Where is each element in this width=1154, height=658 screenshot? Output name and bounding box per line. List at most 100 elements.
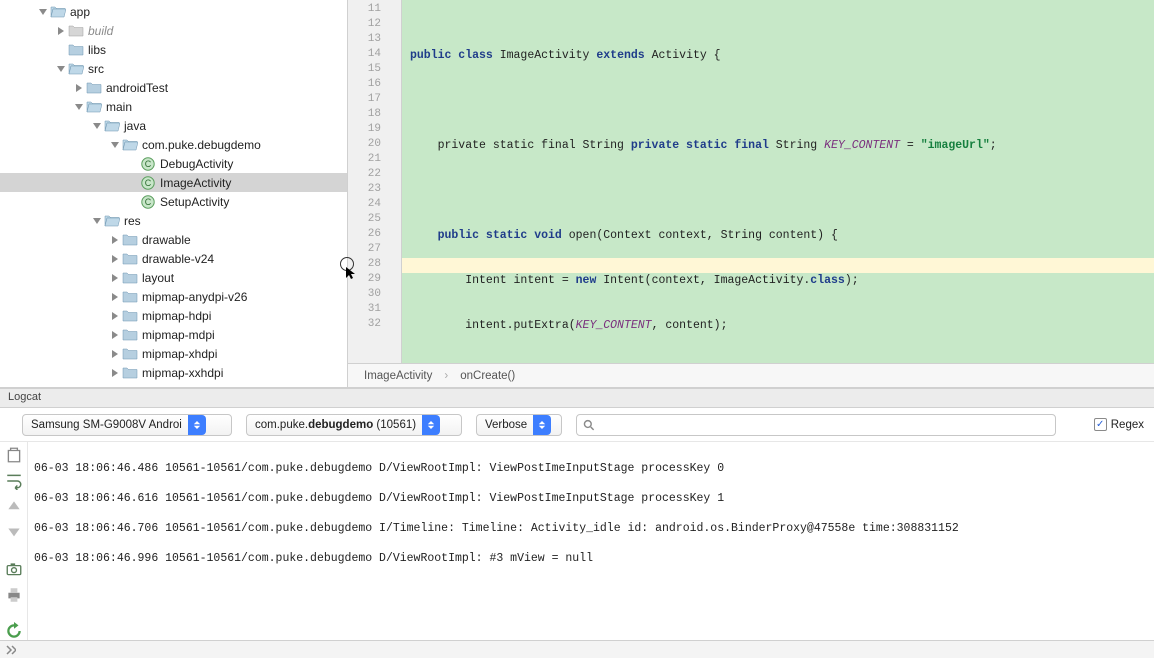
line-number: 14 [348, 48, 401, 63]
tree-node-mipmap-xxhdpi[interactable]: mipmap-xxhdpi [0, 363, 347, 382]
tree-node-res[interactable]: res [0, 211, 347, 230]
log-level-selector[interactable]: Verbose [476, 414, 562, 436]
log-line: 06-03 18:06:46.706 10561-10561/com.puke.… [34, 521, 1148, 536]
tree-node-src[interactable]: src [0, 59, 347, 78]
line-number: 23 [348, 183, 401, 198]
tree-node-mipmap-hdpi[interactable]: mipmap-hdpi [0, 306, 347, 325]
log-search-field[interactable] [599, 419, 1049, 431]
tree-label: build [88, 24, 113, 38]
chevron-right-icon[interactable] [108, 331, 122, 339]
trash-icon[interactable] [5, 446, 23, 464]
tree-node-mipmap-anydpi[interactable]: mipmap-anydpi-v26 [0, 287, 347, 306]
screenshot-icon[interactable] [5, 560, 23, 578]
folder-icon [122, 346, 138, 362]
tree-node-debugactivity[interactable]: DebugActivity [0, 154, 347, 173]
tree-node-drawable[interactable]: drawable [0, 230, 347, 249]
logcat-tab[interactable]: Logcat [0, 388, 1154, 408]
tree-label: libs [88, 43, 106, 57]
tree-label: mipmap-anydpi-v26 [142, 290, 247, 304]
line-number: 29 [348, 273, 401, 288]
breadcrumb-item[interactable]: onCreate() [460, 370, 515, 382]
chevron-down-icon[interactable] [54, 65, 68, 73]
tree-node-mipmap-mdpi[interactable]: mipmap-mdpi [0, 325, 347, 344]
logcat-output[interactable]: 06-03 18:06:46.486 10561-10561/com.puke.… [28, 442, 1154, 640]
dropdown-icon[interactable] [533, 415, 551, 435]
tree-node-main[interactable]: main [0, 97, 347, 116]
chevron-right-icon[interactable] [108, 293, 122, 301]
regex-checkbox[interactable]: ✓ Regex [1094, 418, 1144, 431]
log-search-input[interactable] [576, 414, 1056, 436]
class-icon [140, 175, 156, 191]
tree-node-package[interactable]: com.puke.debugdemo [0, 135, 347, 154]
code-text[interactable]: public class ImageActivity extends Activ… [402, 0, 1154, 363]
tree-node-imageactivity[interactable]: ImageActivity [0, 173, 347, 192]
line-number: 22 [348, 168, 401, 183]
chevron-right-icon[interactable] [108, 312, 122, 320]
tree-node-mipmap-xhdpi[interactable]: mipmap-xhdpi [0, 344, 347, 363]
print-icon[interactable] [5, 586, 23, 604]
folder-open-icon [50, 4, 66, 20]
chevron-down-icon[interactable] [36, 8, 50, 16]
chevron-down-icon[interactable] [72, 103, 86, 111]
logcat-side-toolbar [0, 442, 28, 640]
chevron-right-icon[interactable] [54, 27, 68, 35]
line-number: 20 [348, 138, 401, 153]
line-number: 25 [348, 213, 401, 228]
chevron-right-icon[interactable] [108, 274, 122, 282]
chevron-down-icon[interactable] [90, 122, 104, 130]
restart-icon[interactable] [5, 622, 23, 640]
tree-node-layout[interactable]: layout [0, 268, 347, 287]
gutter[interactable]: 11 12 13 14 15 16 17 18 19 20 21 22 23 2… [348, 0, 402, 363]
chevron-right-icon[interactable] [72, 84, 86, 92]
tree-node-drawable-v24[interactable]: drawable-v24 [0, 249, 347, 268]
chevron-right-icon[interactable] [108, 236, 122, 244]
folder-open-icon [86, 99, 102, 115]
tree-label: SetupActivity [160, 195, 229, 209]
log-line: 06-03 18:06:46.616 10561-10561/com.puke.… [34, 491, 1148, 506]
chevron-down-icon[interactable] [108, 141, 122, 149]
tree-label: main [106, 100, 132, 114]
process-selector[interactable]: com.puke.debugdemo (10561) [246, 414, 462, 436]
line-number: 18 [348, 108, 401, 123]
line-number: 15 [348, 63, 401, 78]
scroll-up-icon[interactable] [5, 498, 23, 516]
tree-node-app[interactable]: app [0, 2, 347, 21]
tree-node-libs[interactable]: libs [0, 40, 347, 59]
tree-node-setupactivity[interactable]: SetupActivity [0, 192, 347, 211]
tree-label: com.puke.debugdemo [142, 138, 261, 152]
tree-label: androidTest [106, 81, 168, 95]
wrap-icon[interactable] [5, 472, 23, 490]
tree-node-java[interactable]: java [0, 116, 347, 135]
scroll-down-icon[interactable] [5, 524, 23, 542]
code-editor[interactable]: 11 12 13 14 15 16 17 18 19 20 21 22 23 2… [348, 0, 1154, 363]
line-number: 17 [348, 93, 401, 108]
chevron-right-icon[interactable] [108, 350, 122, 358]
dropdown-icon[interactable] [422, 415, 440, 435]
chevron-down-icon[interactable] [90, 217, 104, 225]
line-number: 21 [348, 153, 401, 168]
tree-label: mipmap-xhdpi [142, 347, 217, 361]
breadcrumb[interactable]: ImageActivity › onCreate() [348, 363, 1154, 387]
device-selector[interactable]: Samsung SM-G9008V Androi [22, 414, 232, 436]
class-icon [140, 194, 156, 210]
dropdown-icon[interactable] [188, 415, 206, 435]
editor-panel: 11 12 13 14 15 16 17 18 19 20 21 22 23 2… [348, 0, 1154, 387]
chevron-right-icon[interactable] [108, 369, 122, 377]
tree-label: res [124, 214, 141, 228]
footer-strip[interactable] [0, 640, 1154, 658]
tree-node-build[interactable]: build [0, 21, 347, 40]
line-number: 30 [348, 288, 401, 303]
regex-label: Regex [1111, 419, 1144, 431]
tree-label: mipmap-hdpi [142, 309, 211, 323]
folder-icon [86, 80, 102, 96]
line-number: 12 [348, 18, 401, 33]
folder-icon [68, 23, 84, 39]
double-chevron-icon[interactable] [6, 645, 16, 655]
folder-open-icon [104, 213, 120, 229]
tree-node-androidtest[interactable]: androidTest [0, 78, 347, 97]
line-number: 31 [348, 303, 401, 318]
project-tree[interactable]: app build libs src androidTest [0, 0, 348, 387]
tree-label: drawable-v24 [142, 252, 214, 266]
chevron-right-icon[interactable] [108, 255, 122, 263]
breadcrumb-item[interactable]: ImageActivity [364, 370, 432, 382]
